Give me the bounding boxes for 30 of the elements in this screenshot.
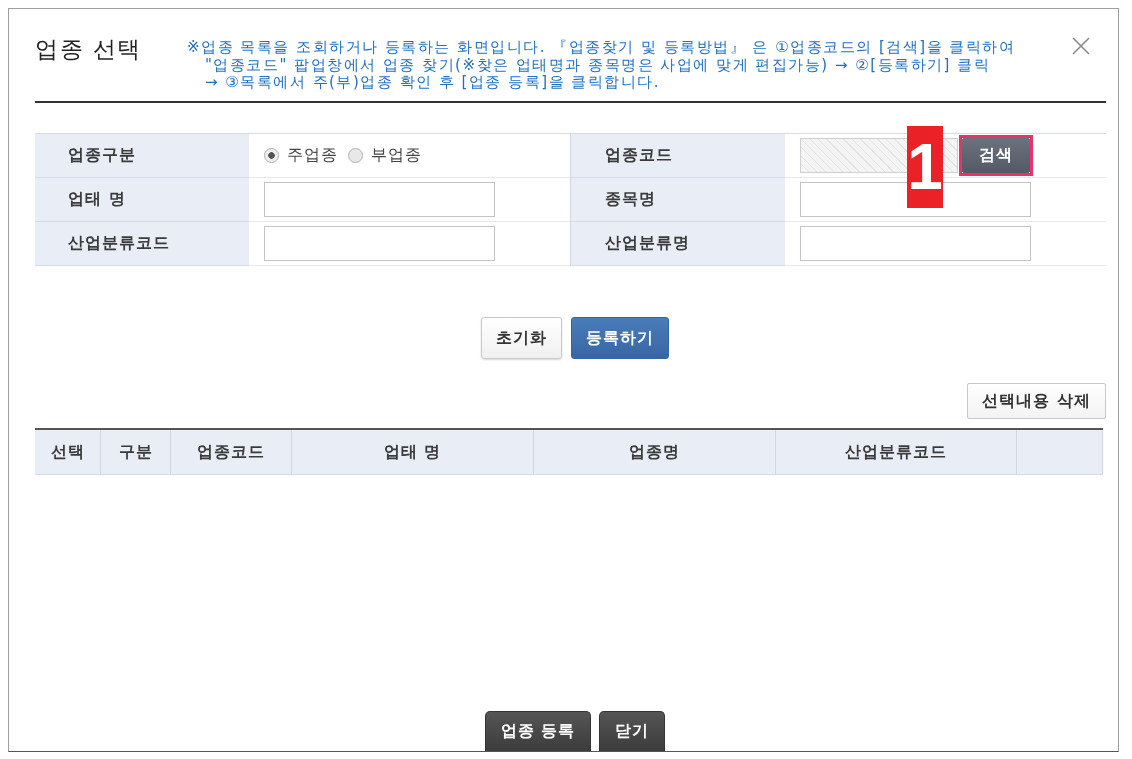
field-label: 종목명 bbox=[570, 178, 785, 222]
description-line: ※업종 목록을 조회하거나 등록하는 화면입니다. 『업종찾기 및 등록방법』 은 ①업종코드의 [검색]을 클릭하여 bbox=[187, 39, 1016, 57]
field-label: 업종코드 bbox=[570, 134, 785, 178]
field-label: 업태 명 bbox=[35, 178, 249, 222]
register-button[interactable]: 등록하기 bbox=[571, 317, 669, 359]
text-field[interactable] bbox=[264, 226, 495, 261]
column-header: 산업분류코드 bbox=[776, 430, 1017, 474]
column-header: 선택 bbox=[35, 430, 101, 474]
dialog-title: 업종 선택 bbox=[35, 35, 143, 64]
description-line: "업종코드" 팝업창에서 업종 찾기(※찾은 업태명과 종목명은 사업에 맞게 편집가능) → ②[등록하기] 클릭 bbox=[204, 56, 991, 74]
close-icon[interactable] bbox=[1072, 37, 1090, 55]
register-industry-button[interactable]: 업종 등록 bbox=[484, 711, 592, 751]
radio-label: 주업종 bbox=[287, 145, 338, 166]
field-label: 산업분류명 bbox=[570, 222, 785, 266]
column-header: 업종코드 bbox=[171, 430, 292, 474]
field-label: 산업분류코드 bbox=[35, 222, 249, 266]
column-header: 업종명 bbox=[534, 430, 776, 474]
delete-selection-button[interactable]: 선택내용 삭제 bbox=[967, 383, 1106, 419]
column-header: 구분 bbox=[101, 430, 171, 474]
radio-button[interactable] bbox=[264, 148, 279, 163]
column-header: 업태 명 bbox=[292, 430, 534, 474]
radio-button[interactable] bbox=[348, 148, 363, 163]
description-line: → ③목록에서 주(부)업종 확인 후 [업종 등록]을 클릭합니다. bbox=[204, 74, 661, 92]
text-field[interactable] bbox=[264, 182, 495, 217]
field-label: 업종구분 bbox=[35, 134, 249, 178]
radio-label: 부업종 bbox=[371, 145, 422, 166]
text-field[interactable] bbox=[800, 226, 1031, 261]
close-button[interactable]: 닫기 bbox=[599, 711, 666, 751]
step-number-badge: 1 bbox=[907, 126, 943, 208]
reset-button[interactable]: 초기화 bbox=[481, 317, 562, 359]
